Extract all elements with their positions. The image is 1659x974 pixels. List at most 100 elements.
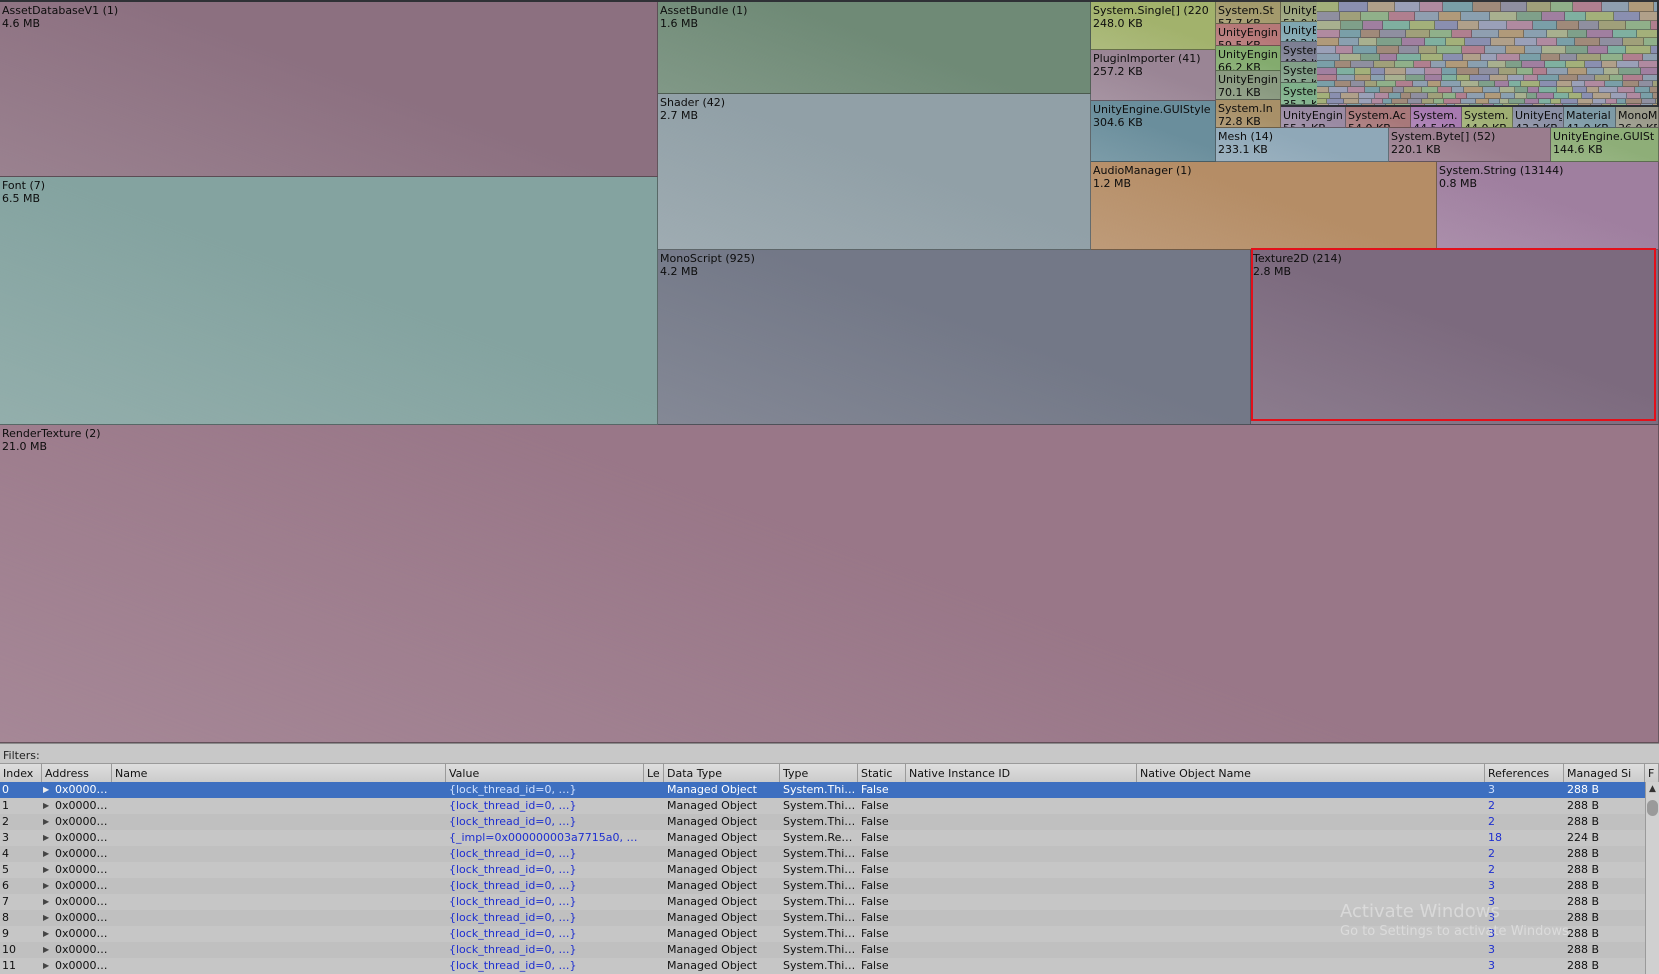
mosaic-tile[interactable] (1317, 46, 1336, 54)
cell-refs[interactable]: 3 (1488, 910, 1564, 926)
mosaic-tile[interactable] (1472, 30, 1499, 38)
cell-value[interactable]: {lock_thread_id=0, …} (449, 846, 642, 862)
mosaic-tile[interactable] (1599, 21, 1626, 30)
cell-value[interactable]: {lock_thread_id=0, …} (449, 878, 642, 894)
mosaic-tile[interactable] (1637, 30, 1657, 38)
treemap-cell-system-28[interactable]: System.44.0 KB (1462, 107, 1513, 128)
table-row[interactable]: ▶ 5 0x0000… {lock_thread_id=0, …} Managed Ob… (0, 862, 1645, 878)
mosaic-tile[interactable] (1591, 104, 1602, 105)
mosaic-tile[interactable] (1644, 38, 1657, 46)
mosaic-tile[interactable] (1623, 54, 1643, 61)
mosaic-tile[interactable] (1347, 104, 1362, 105)
mosaic-tile[interactable] (1525, 46, 1542, 54)
mosaic-tile[interactable] (1568, 68, 1587, 75)
cell-value[interactable]: {_impl=0x000000003a7715a0, … (449, 830, 642, 846)
mosaic-tile[interactable] (1547, 30, 1568, 38)
table-row[interactable]: ▶ 7 0x0000… {lock_thread_id=0, …} Managed Ob… (0, 894, 1645, 910)
column-header-name[interactable]: Name (112, 764, 446, 783)
mosaic-tile[interactable] (1353, 46, 1377, 54)
mosaic-tile[interactable] (1533, 68, 1547, 75)
mosaic-tile[interactable] (1437, 104, 1447, 105)
column-header-static[interactable]: Static (858, 764, 906, 783)
mosaic-tile[interactable] (1640, 12, 1657, 21)
treemap-cell-unityeng-29[interactable]: UnityEng43.2 KB (1513, 107, 1564, 128)
treemap-cell-system-27[interactable]: System.44.5 KB (1411, 107, 1462, 128)
triangle-right-icon[interactable]: ▶ (43, 846, 49, 862)
column-header-references[interactable]: References (1485, 764, 1564, 783)
mosaic-tile[interactable] (1566, 61, 1585, 68)
table-row[interactable]: ▶ 1 0x0000… {lock_thread_id=0, …} Managed Ob… (0, 798, 1645, 814)
column-header-index[interactable]: Index (0, 764, 42, 783)
mosaic-tile[interactable] (1515, 38, 1537, 46)
mosaic-tile[interactable] (1506, 61, 1522, 68)
mosaic-tile[interactable] (1420, 2, 1443, 12)
column-header-native-object-name[interactable]: Native Object Name (1137, 764, 1485, 783)
mosaic-tile[interactable] (1547, 68, 1568, 75)
triangle-right-icon[interactable]: ▶ (43, 798, 49, 814)
cell-value[interactable]: {lock_thread_id=0, …} (449, 782, 642, 798)
mosaic-tile[interactable] (1494, 104, 1503, 105)
mosaic-tile[interactable] (1533, 104, 1545, 105)
mosaic-tile[interactable] (1653, 104, 1657, 105)
cell-refs[interactable]: 3 (1488, 782, 1564, 798)
treemap-cell-monom-31[interactable]: MonoM36.0 KB (1616, 107, 1659, 128)
mosaic-tile[interactable] (1537, 38, 1557, 46)
mosaic-tile[interactable] (1579, 21, 1599, 30)
mosaic-tile[interactable] (1363, 21, 1383, 30)
mosaic-tile[interactable] (1336, 46, 1353, 54)
mosaic-tile[interactable] (1485, 46, 1506, 54)
mosaic-tile[interactable] (1317, 21, 1341, 30)
mosaic-tile[interactable] (1627, 104, 1641, 105)
mosaic-tile[interactable] (1406, 30, 1430, 38)
table-row[interactable]: ▶ 0 0x0000… {lock_thread_id=0, …} Managed Ob… (0, 782, 1645, 798)
mosaic-tile[interactable] (1317, 104, 1329, 105)
mosaic-tile[interactable] (1573, 2, 1602, 12)
cell-value[interactable]: {lock_thread_id=0, …} (449, 814, 642, 830)
mosaic-tile[interactable] (1339, 104, 1347, 105)
mosaic-tile[interactable] (1397, 54, 1421, 61)
mosaic-tile[interactable] (1368, 2, 1395, 12)
table-row[interactable]: ▶ 2 0x0000… {lock_thread_id=0, …} Managed Ob… (0, 814, 1645, 830)
cell-value[interactable]: {lock_thread_id=0, …} (449, 942, 642, 958)
cell-value[interactable]: {lock_thread_id=0, …} (449, 926, 642, 942)
mosaic-tile[interactable] (1406, 68, 1425, 75)
treemap-cell-syster-24[interactable]: Syster35.1 KB (1281, 83, 1318, 105)
mosaic-tile[interactable] (1371, 68, 1385, 75)
treemap-cell-assetdatabasev1-1-0[interactable]: AssetDatabaseV1 (1) 4.6 MB (0, 2, 658, 177)
mosaic-tile[interactable] (1389, 12, 1415, 21)
mosaic-tile[interactable] (1455, 104, 1470, 105)
column-header-data-type[interactable]: Data Type (664, 764, 780, 783)
triangle-right-icon[interactable]: ▶ (43, 830, 49, 846)
mosaic-tile[interactable] (1317, 2, 1339, 12)
table-row[interactable]: ▶ 3 0x0000… {_impl=0x000000003a7715a0, … Man… (0, 830, 1645, 846)
mosaic-tile[interactable] (1601, 54, 1623, 61)
mosaic-tile[interactable] (1479, 21, 1507, 30)
treemap-cell-system-ac-26[interactable]: System.Ac54.0 KB (1346, 107, 1411, 128)
mosaic-tile[interactable] (1317, 38, 1339, 46)
treemap-cell-system-string-13144-11[interactable]: System.String (13144) 0.8 MB (1437, 162, 1659, 250)
mosaic-tile[interactable] (1557, 38, 1575, 46)
mosaic-tile[interactable] (1361, 12, 1389, 21)
mosaic-tile[interactable] (1623, 38, 1644, 46)
mosaic-tile[interactable] (1421, 54, 1443, 61)
mosaic-tile[interactable] (1639, 61, 1657, 68)
mosaic-tile[interactable] (1317, 68, 1337, 75)
treemap-cell-unityengine-guistyle-9[interactable]: UnityEngine.GUIStyle 304.6 KB (1091, 101, 1216, 162)
mosaic-tile[interactable] (1329, 104, 1339, 105)
mosaic-tile[interactable] (1578, 104, 1591, 105)
mosaic-tile[interactable] (1443, 54, 1463, 61)
mosaic-tile[interactable] (1524, 30, 1547, 38)
mosaic-tile[interactable] (1608, 46, 1626, 54)
mosaic-tile[interactable] (1374, 61, 1395, 68)
mosaic-tile[interactable] (1317, 61, 1335, 68)
column-header-address[interactable]: Address (42, 764, 112, 783)
column-header-native-instance-id[interactable]: Native Instance ID (906, 764, 1137, 783)
vertical-scrollbar[interactable]: ▲ (1645, 782, 1659, 974)
mosaic-tile[interactable] (1340, 12, 1361, 21)
treemap-cell-unityengin-17[interactable]: UnityEngin 66.2 KB (1216, 46, 1281, 71)
mosaic-tile[interactable] (1541, 54, 1560, 61)
cell-refs[interactable]: 2 (1488, 862, 1564, 878)
mosaic-tile[interactable] (1385, 68, 1406, 75)
mosaic-tile[interactable] (1519, 104, 1533, 105)
table-row[interactable]: ▶ 10 0x0000… {lock_thread_id=0, …} Managed O… (0, 942, 1645, 958)
